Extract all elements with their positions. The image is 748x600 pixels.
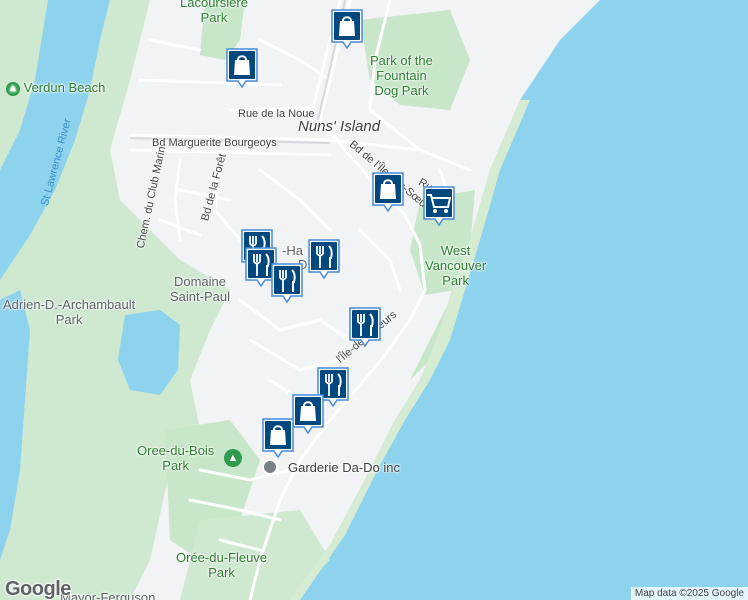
lacoursiere-park-label: Lacoursière Park	[180, 0, 248, 25]
map-canvas[interactable]: Lacoursière Park Park of the Fountain Do…	[0, 0, 748, 600]
west-vancouver-park-label: West Vancouver Park	[425, 243, 487, 288]
restaurant-marker-4[interactable]	[307, 238, 341, 280]
shopping-bag-icon	[265, 421, 291, 449]
bd-marguerite-bourgeoys-label: Bd Marguerite Bourgeoys	[152, 137, 277, 149]
shopping-bag-icon	[375, 175, 401, 203]
nuns-island-label: Nuns' Island	[298, 118, 381, 135]
adrien-archambault-park-label: Adrien-D.-Archambault Park	[3, 297, 136, 327]
location-pin-icon[interactable]	[262, 459, 278, 475]
map-attribution: Map data ©2025 Google	[630, 587, 748, 600]
park-fountain-label: Park of the Fountain Dog Park	[370, 53, 433, 98]
shopping-marker-1[interactable]	[330, 8, 364, 50]
shopping-bag-icon	[295, 397, 321, 425]
restaurant-marker-5[interactable]	[348, 306, 382, 348]
park-icon: ▲	[224, 449, 242, 467]
restaurant-icon	[274, 266, 300, 294]
partial-label-ha: -Ha	[282, 243, 303, 258]
garderie-label[interactable]: Garderie Da-Do inc	[288, 460, 400, 475]
restaurant-icon	[352, 310, 378, 338]
grocery-marker-1[interactable]	[422, 185, 456, 227]
restaurant-marker-3[interactable]	[270, 262, 304, 304]
park-icon: ▲	[6, 81, 20, 96]
verdun-beach-label: ▲ Verdun Beach	[6, 80, 105, 96]
shopping-cart-icon	[426, 189, 452, 217]
shopping-marker-2[interactable]	[225, 47, 259, 89]
google-logo: Google	[5, 578, 71, 600]
oree-du-bois-park-label: Oree-du-Bois Park	[137, 443, 215, 473]
mayor-ferguson-label: Mayor-Ferguson	[60, 590, 156, 600]
shopping-bag-icon	[334, 12, 360, 40]
shopping-marker-4[interactable]	[291, 393, 325, 435]
domaine-saint-paul-label: Domaine Saint-Paul	[170, 274, 230, 304]
shopping-marker-3[interactable]	[371, 171, 405, 213]
oree-du-fleuve-park-label: Orée-du-Fleuve Park	[176, 550, 268, 580]
restaurant-icon	[311, 242, 337, 270]
shopping-bag-icon	[229, 51, 255, 79]
shopping-marker-5[interactable]	[261, 417, 295, 459]
